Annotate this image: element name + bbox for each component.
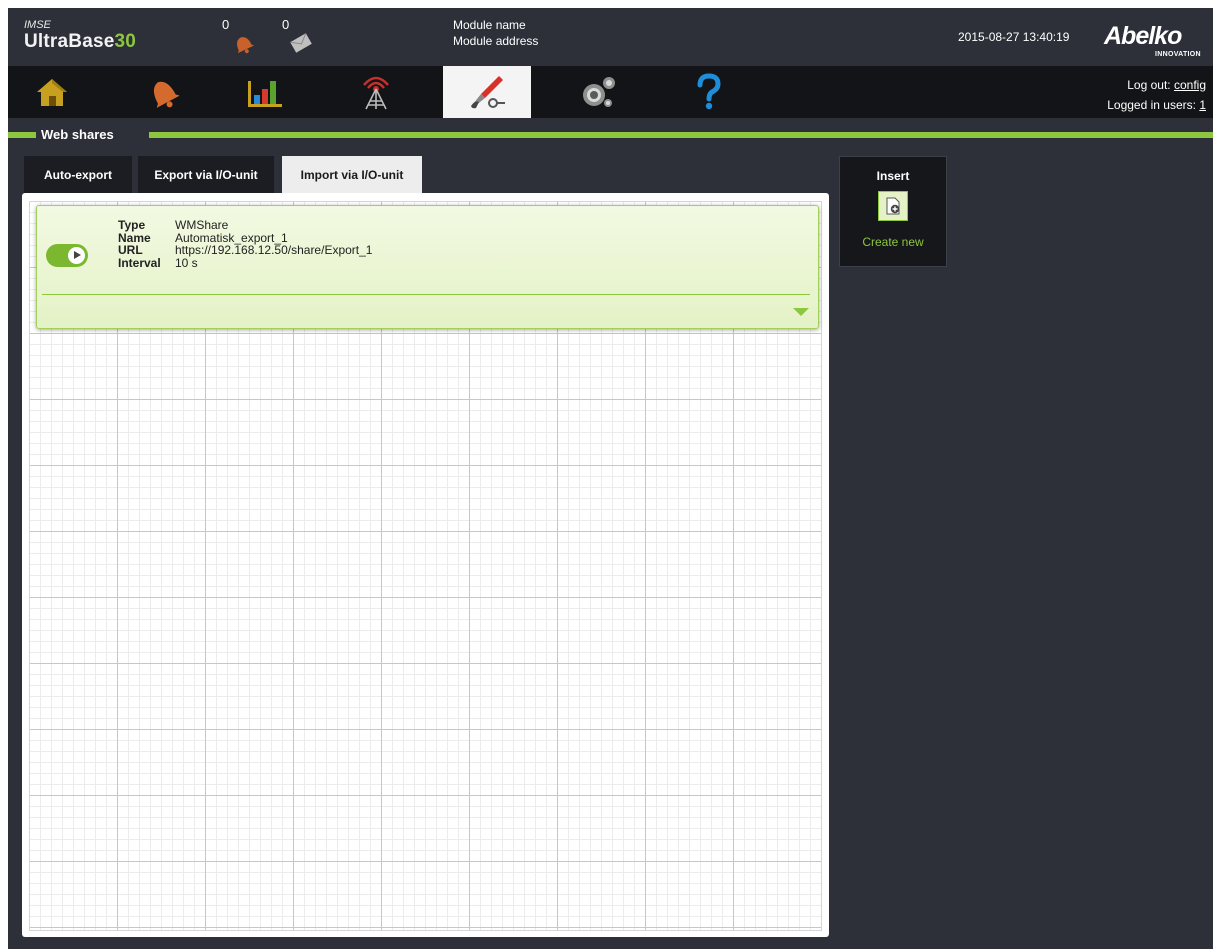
section-header: Web shares — [8, 118, 1213, 148]
abelko-logo-sub: INNOVATION — [1155, 51, 1201, 58]
bell-icon — [153, 81, 180, 108]
info-row-type: Type WMShare — [118, 219, 372, 232]
brand-number: 30 — [114, 31, 137, 52]
message-count: 0 — [282, 17, 290, 32]
card-divider — [42, 294, 810, 295]
tab-auto-export[interactable]: Auto-export — [24, 156, 132, 193]
question-icon — [697, 73, 721, 110]
section-line-right — [149, 132, 1213, 138]
url-value: https://192.168.12.50/share/Export_1 — [175, 243, 373, 257]
logged-in-label: Logged in users: — [1107, 98, 1196, 112]
nav-help[interactable] — [665, 66, 753, 118]
info-row-interval: Interval 10 s — [118, 255, 372, 270]
header: IMSE UltraBase30 0 0 Module name Module … — [8, 8, 1213, 66]
nav-tools[interactable] — [443, 66, 531, 118]
nav-settings[interactable] — [554, 66, 642, 118]
url-label: URL — [118, 243, 143, 257]
logged-in-count[interactable]: 1 — [1199, 98, 1206, 112]
main-nav: Log out: config Logged in users: 1 — [8, 66, 1213, 118]
document-add-icon — [886, 197, 900, 215]
share-info: Type WMShare Name Automatisk_export_1 UR… — [118, 219, 372, 269]
section-title: Web shares — [41, 127, 114, 142]
gears-icon — [583, 77, 615, 107]
insert-title: Insert — [876, 169, 910, 183]
interval-label: Interval — [118, 255, 161, 270]
enable-toggle[interactable] — [46, 244, 88, 267]
type-label: Type — [118, 218, 146, 232]
interval-value: 10 s — [175, 255, 198, 270]
insert-panel: Insert Create new — [839, 156, 947, 267]
brand-prefix: IMSE — [24, 19, 51, 31]
nav-alarms[interactable] — [119, 66, 207, 118]
brand-name-text: UltraBase — [24, 31, 115, 52]
logout-link[interactable]: config — [1174, 78, 1206, 92]
section-line-left — [8, 132, 36, 138]
logout-row: Log out: config — [1107, 75, 1206, 95]
message-envelope-icon[interactable] — [288, 32, 314, 54]
user-info: Log out: config Logged in users: 1 — [1107, 75, 1206, 115]
tools-icon — [471, 76, 505, 109]
play-icon — [68, 247, 85, 264]
module-address: Module address — [453, 34, 539, 48]
module-name: Module name — [453, 18, 526, 32]
nav-communication[interactable] — [332, 66, 420, 118]
tab-import-io[interactable]: Import via I/O-unit — [282, 156, 422, 194]
create-new-label[interactable]: Create new — [840, 235, 946, 249]
alarm-count: 0 — [222, 17, 230, 32]
tab-export-io[interactable]: Export via I/O-unit — [138, 156, 274, 193]
create-new-button[interactable] — [878, 191, 908, 221]
abelko-logo: Abelko — [1104, 22, 1182, 50]
brand-name: UltraBase30 — [24, 31, 136, 53]
nav-home[interactable] — [8, 66, 96, 118]
expand-arrow-icon[interactable] — [793, 308, 809, 316]
info-row-url: URL https://192.168.12.50/share/Export_1 — [118, 244, 372, 257]
house-icon — [37, 79, 67, 106]
datetime: 2015-08-27 13:40:19 — [958, 30, 1070, 44]
alarm-bell-icon[interactable] — [230, 32, 256, 54]
share-card[interactable]: Type WMShare Name Automatisk_export_1 UR… — [36, 205, 819, 329]
bar-chart-icon — [248, 81, 282, 107]
logged-in-row: Logged in users: 1 — [1107, 95, 1206, 115]
antenna-icon — [363, 76, 389, 110]
app-window: IMSE UltraBase30 0 0 Module name Module … — [8, 8, 1213, 949]
nav-charts[interactable] — [220, 66, 308, 118]
logout-label: Log out: — [1127, 78, 1171, 92]
type-value: WMShare — [175, 218, 229, 232]
